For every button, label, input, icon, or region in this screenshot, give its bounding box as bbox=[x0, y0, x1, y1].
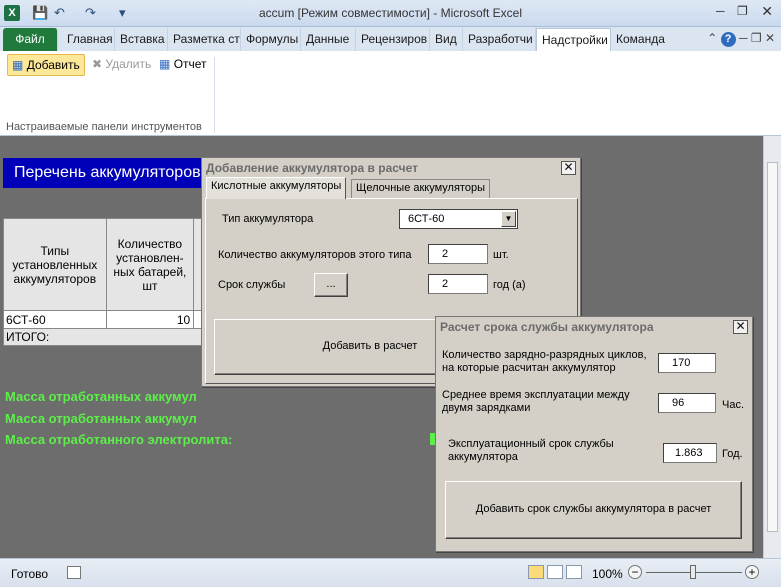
tab-insert[interactable]: Вставка bbox=[115, 28, 168, 51]
delete-icon: ✖ bbox=[92, 57, 103, 71]
dialog-title: Расчет срока службы аккумулятора bbox=[438, 319, 750, 336]
status-bar: Готово 100% − + bbox=[0, 558, 781, 587]
cycles-label-line2: на которые расчитан аккумулятор bbox=[442, 362, 616, 374]
add-service-life-button[interactable]: Добавить срок службы аккумулятора в расч… bbox=[445, 481, 742, 539]
normal-view-icon[interactable] bbox=[528, 565, 544, 579]
quantity-unit: шт. bbox=[493, 249, 509, 261]
vertical-scrollbar[interactable] bbox=[763, 136, 781, 558]
page-break-view-icon[interactable] bbox=[566, 565, 582, 579]
cycles-input[interactable]: 170 bbox=[658, 353, 716, 373]
tab-acid-batteries[interactable]: Кислотные аккумуляторы bbox=[206, 177, 347, 199]
tab-review[interactable]: Рецензиров bbox=[356, 28, 430, 51]
close-icon[interactable]: ✕ bbox=[733, 320, 748, 334]
minimize-icon[interactable]: ─ bbox=[716, 4, 725, 18]
cycles-label-line1: Количество зарядно-разрядных циклов, bbox=[442, 349, 647, 361]
col-header-types[interactable]: Типы установленных аккумуляторов bbox=[3, 218, 107, 311]
ribbon-window-controls: ⌃ ? ─ ❐ ✕ bbox=[707, 31, 775, 47]
avg-time-label-line2: двумя зарядками bbox=[442, 402, 531, 414]
lifetime-calc-button[interactable]: ... bbox=[314, 273, 348, 297]
lifetime-input[interactable]: 2 bbox=[428, 274, 488, 294]
zoom-level[interactable]: 100% bbox=[592, 567, 623, 581]
close-icon[interactable]: ✕ bbox=[761, 3, 773, 20]
add-button[interactable]: ▦ Добавить bbox=[7, 54, 85, 76]
avg-time-unit: Час. bbox=[722, 399, 745, 411]
battery-type-value: 6СТ-60 bbox=[408, 213, 445, 225]
service-label-line1: Эксплуатационный срок службы bbox=[448, 438, 614, 450]
close-icon[interactable]: ✕ bbox=[561, 161, 576, 175]
collapse-ribbon-icon[interactable]: ⌃ bbox=[707, 31, 717, 45]
delete-button-label: Удалить bbox=[105, 57, 152, 71]
zoom-out-icon[interactable]: − bbox=[628, 565, 642, 579]
title-bar: X 💾 ↶ ↷ ▾ accum [Режим совместимости] - … bbox=[0, 0, 781, 27]
workbook-minimize-icon[interactable]: ─ bbox=[739, 31, 748, 45]
add-button-label: Добавить bbox=[26, 58, 80, 72]
quantity-input[interactable]: 2 bbox=[428, 244, 488, 264]
mass-label-3[interactable]: Масса отработанного электролита: bbox=[5, 432, 232, 447]
workbook-restore-icon[interactable]: ❐ bbox=[751, 31, 762, 45]
report-button-label: Отчет bbox=[173, 57, 207, 71]
sheet-title: Перечень аккумуляторов bbox=[3, 158, 203, 188]
battery-type-select[interactable]: 6СТ-60 ▼ bbox=[399, 209, 518, 229]
tab-team[interactable]: Команда bbox=[611, 28, 669, 51]
status-ready: Готово bbox=[11, 567, 49, 581]
mass-label-2[interactable]: Масса отработанных аккумул bbox=[5, 411, 197, 426]
add-battery-icon: ▦ bbox=[12, 58, 24, 72]
help-icon[interactable]: ? bbox=[720, 32, 736, 47]
tab-page-layout[interactable]: Разметка ст bbox=[168, 28, 241, 51]
ribbon-tabs: Файл Главная Вставка Разметка ст Формулы… bbox=[0, 27, 781, 51]
tab-data[interactable]: Данные bbox=[301, 28, 356, 51]
report-button[interactable]: ▦ Отчет bbox=[155, 54, 211, 76]
ribbon-panel: ▦ Добавить ✖ Удалить ▦ Отчет Настраиваем… bbox=[0, 51, 781, 136]
dropdown-arrow-icon[interactable]: ▼ bbox=[501, 211, 516, 227]
service-life-output[interactable]: 1.863 bbox=[663, 443, 717, 463]
group-separator bbox=[214, 57, 215, 133]
cell-count[interactable]: 10 bbox=[105, 310, 195, 329]
quantity-label: Количество аккумуляторов этого типа bbox=[218, 249, 412, 261]
service-label-line2: аккумулятора bbox=[448, 451, 518, 463]
macro-record-icon[interactable] bbox=[67, 566, 81, 579]
ribbon-group-label: Настраиваемые панели инструментов bbox=[6, 121, 202, 133]
tab-view[interactable]: Вид bbox=[430, 28, 463, 51]
window-title: accum [Режим совместимости] - Microsoft … bbox=[259, 6, 522, 20]
cell-type[interactable]: 6СТ-60 bbox=[3, 310, 107, 329]
col-header-count[interactable]: Количество установлен-ных батарей, шт bbox=[105, 218, 195, 311]
lifetime-calc-dialog: Расчет срока службы аккумулятора ✕ Колич… bbox=[435, 316, 753, 552]
workbook-close-icon[interactable]: ✕ bbox=[765, 31, 775, 45]
report-icon: ▦ bbox=[159, 57, 171, 71]
mass-label-1[interactable]: Масса отработанных аккумул bbox=[5, 389, 197, 404]
battery-type-label: Тип аккумулятора bbox=[222, 213, 314, 225]
tab-file[interactable]: Файл bbox=[3, 28, 58, 51]
zoom-slider-thumb[interactable] bbox=[690, 565, 696, 579]
view-buttons bbox=[528, 565, 585, 582]
delete-button[interactable]: ✖ Удалить bbox=[88, 54, 155, 76]
scrollbar-thumb[interactable] bbox=[767, 162, 778, 532]
lifetime-unit: год (а) bbox=[493, 279, 526, 291]
avg-time-input[interactable]: 96 bbox=[658, 393, 716, 413]
tab-formulas[interactable]: Формулы bbox=[241, 28, 301, 51]
restore-icon[interactable]: ❐ bbox=[737, 4, 748, 18]
tab-alkaline-batteries[interactable]: Щелочные аккумуляторы bbox=[351, 179, 490, 198]
total-row[interactable]: ИТОГО: bbox=[3, 328, 203, 346]
page-layout-view-icon[interactable] bbox=[547, 565, 563, 579]
tab-home[interactable]: Главная bbox=[62, 28, 115, 51]
battery-table: Типы установленных аккумуляторов Количес… bbox=[3, 218, 203, 346]
tab-developer[interactable]: Разработчи bbox=[463, 28, 536, 51]
tab-addins[interactable]: Надстройки bbox=[536, 28, 611, 51]
service-unit: Год. bbox=[722, 448, 743, 460]
table-row: 6СТ-60 10 bbox=[3, 310, 203, 329]
lifetime-label: Срок службы bbox=[218, 279, 286, 291]
avg-time-label-line1: Среднее время эксплуатации между bbox=[442, 389, 630, 401]
dialog-title: Добавление аккумулятора в расчет bbox=[204, 160, 578, 177]
zoom-in-icon[interactable]: + bbox=[745, 565, 759, 579]
